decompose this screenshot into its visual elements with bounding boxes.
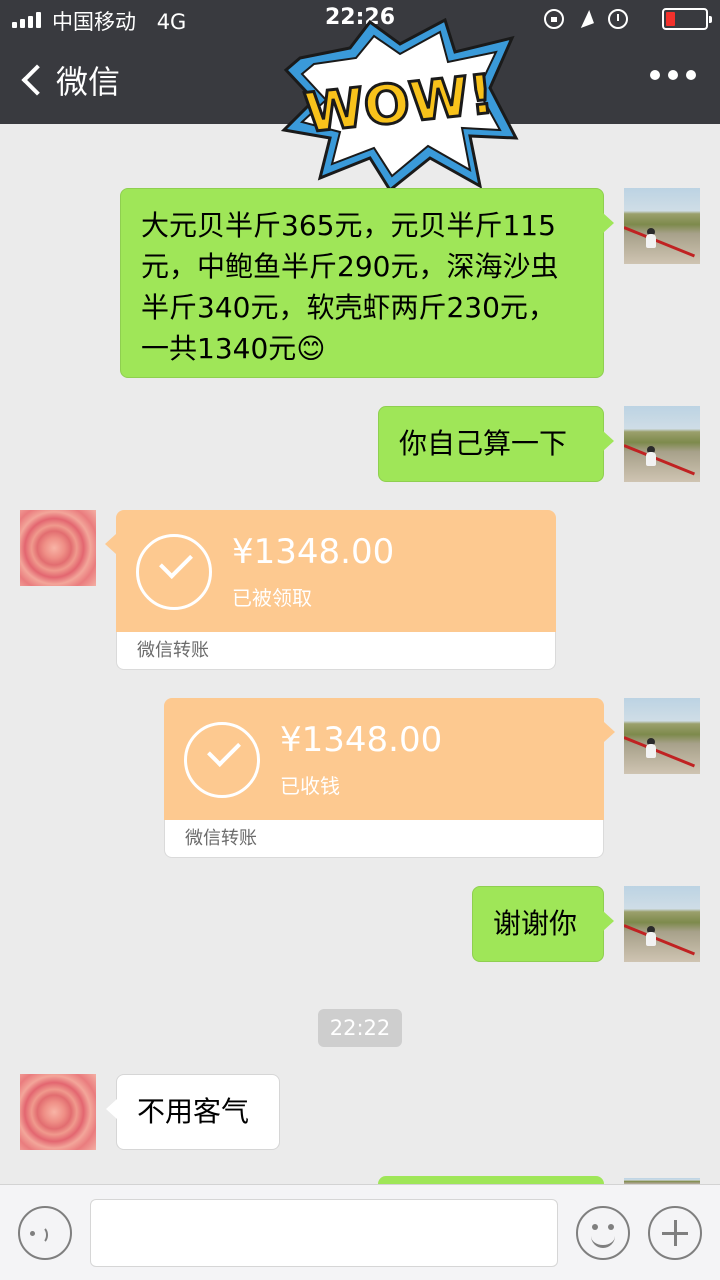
battery-icon [662, 8, 712, 30]
voice-icon[interactable] [18, 1206, 72, 1260]
input-bar [0, 1184, 720, 1280]
message-input-box[interactable] [90, 1199, 558, 1267]
chevron-left-icon [21, 64, 53, 96]
alarm-icon [608, 9, 628, 29]
more-dot-icon [668, 70, 678, 80]
chat-timestamp: 22:22 [318, 1009, 402, 1047]
message-input[interactable] [91, 1200, 557, 1266]
transfer-status: 已被领取 [232, 586, 312, 610]
more-dot-icon [650, 70, 660, 80]
rotation-lock-icon [544, 9, 564, 29]
my-avatar[interactable] [624, 406, 700, 482]
transfer-amount: ¥1348.00 [280, 720, 443, 760]
my-avatar[interactable] [624, 886, 700, 962]
wow-sticker: WOW! [280, 18, 519, 193]
message-bubble[interactable]: 谢谢你 [472, 886, 614, 962]
transfer-status: 已收钱 [280, 774, 340, 798]
check-circle-icon [136, 534, 212, 610]
back-label: 微信 [56, 63, 121, 101]
plus-icon[interactable] [648, 1206, 702, 1260]
contact-avatar[interactable] [20, 1074, 96, 1150]
my-avatar[interactable] [624, 188, 700, 264]
transfer-amount: ¥1348.00 [232, 532, 395, 572]
check-circle-icon [184, 722, 260, 798]
message-text: 大元贝半斤365元，元贝半斤115元，中鲍鱼半斤290元，深海沙虫半斤340元，… [141, 209, 559, 365]
message-text: 不用客气 [137, 1095, 250, 1128]
emoji-icon[interactable] [576, 1206, 630, 1260]
more-dot-icon [686, 70, 696, 80]
more-button[interactable] [650, 70, 696, 80]
transfer-card-top: ¥1348.00 已被领取 [105, 510, 556, 632]
transfer-footer: 微信转账 [116, 632, 556, 670]
my-avatar[interactable] [624, 698, 700, 774]
transfer-footer: 微信转账 [164, 820, 604, 858]
location-icon [576, 9, 596, 29]
status-icons [544, 8, 628, 30]
message-bubble[interactable]: 大元贝半斤365元，元贝半斤115元，中鲍鱼半斤290元，深海沙虫半斤340元，… [120, 188, 614, 378]
message-text: 谢谢你 [493, 907, 578, 940]
message-bubble[interactable]: 你自己算一下 [378, 406, 614, 482]
contact-avatar[interactable] [20, 510, 96, 586]
message-bubble[interactable]: 不用客气 [106, 1074, 280, 1150]
transfer-card[interactable]: ¥1348.00 已被领取 微信转账 [105, 510, 556, 670]
transfer-card[interactable]: ¥1348.00 已收钱 微信转账 [164, 698, 615, 858]
message-text: 你自己算一下 [399, 427, 568, 460]
back-button[interactable]: 微信 [18, 60, 121, 101]
smile-emoji-icon: 😊 [296, 332, 326, 365]
transfer-card-top: ¥1348.00 已收钱 [164, 698, 615, 820]
